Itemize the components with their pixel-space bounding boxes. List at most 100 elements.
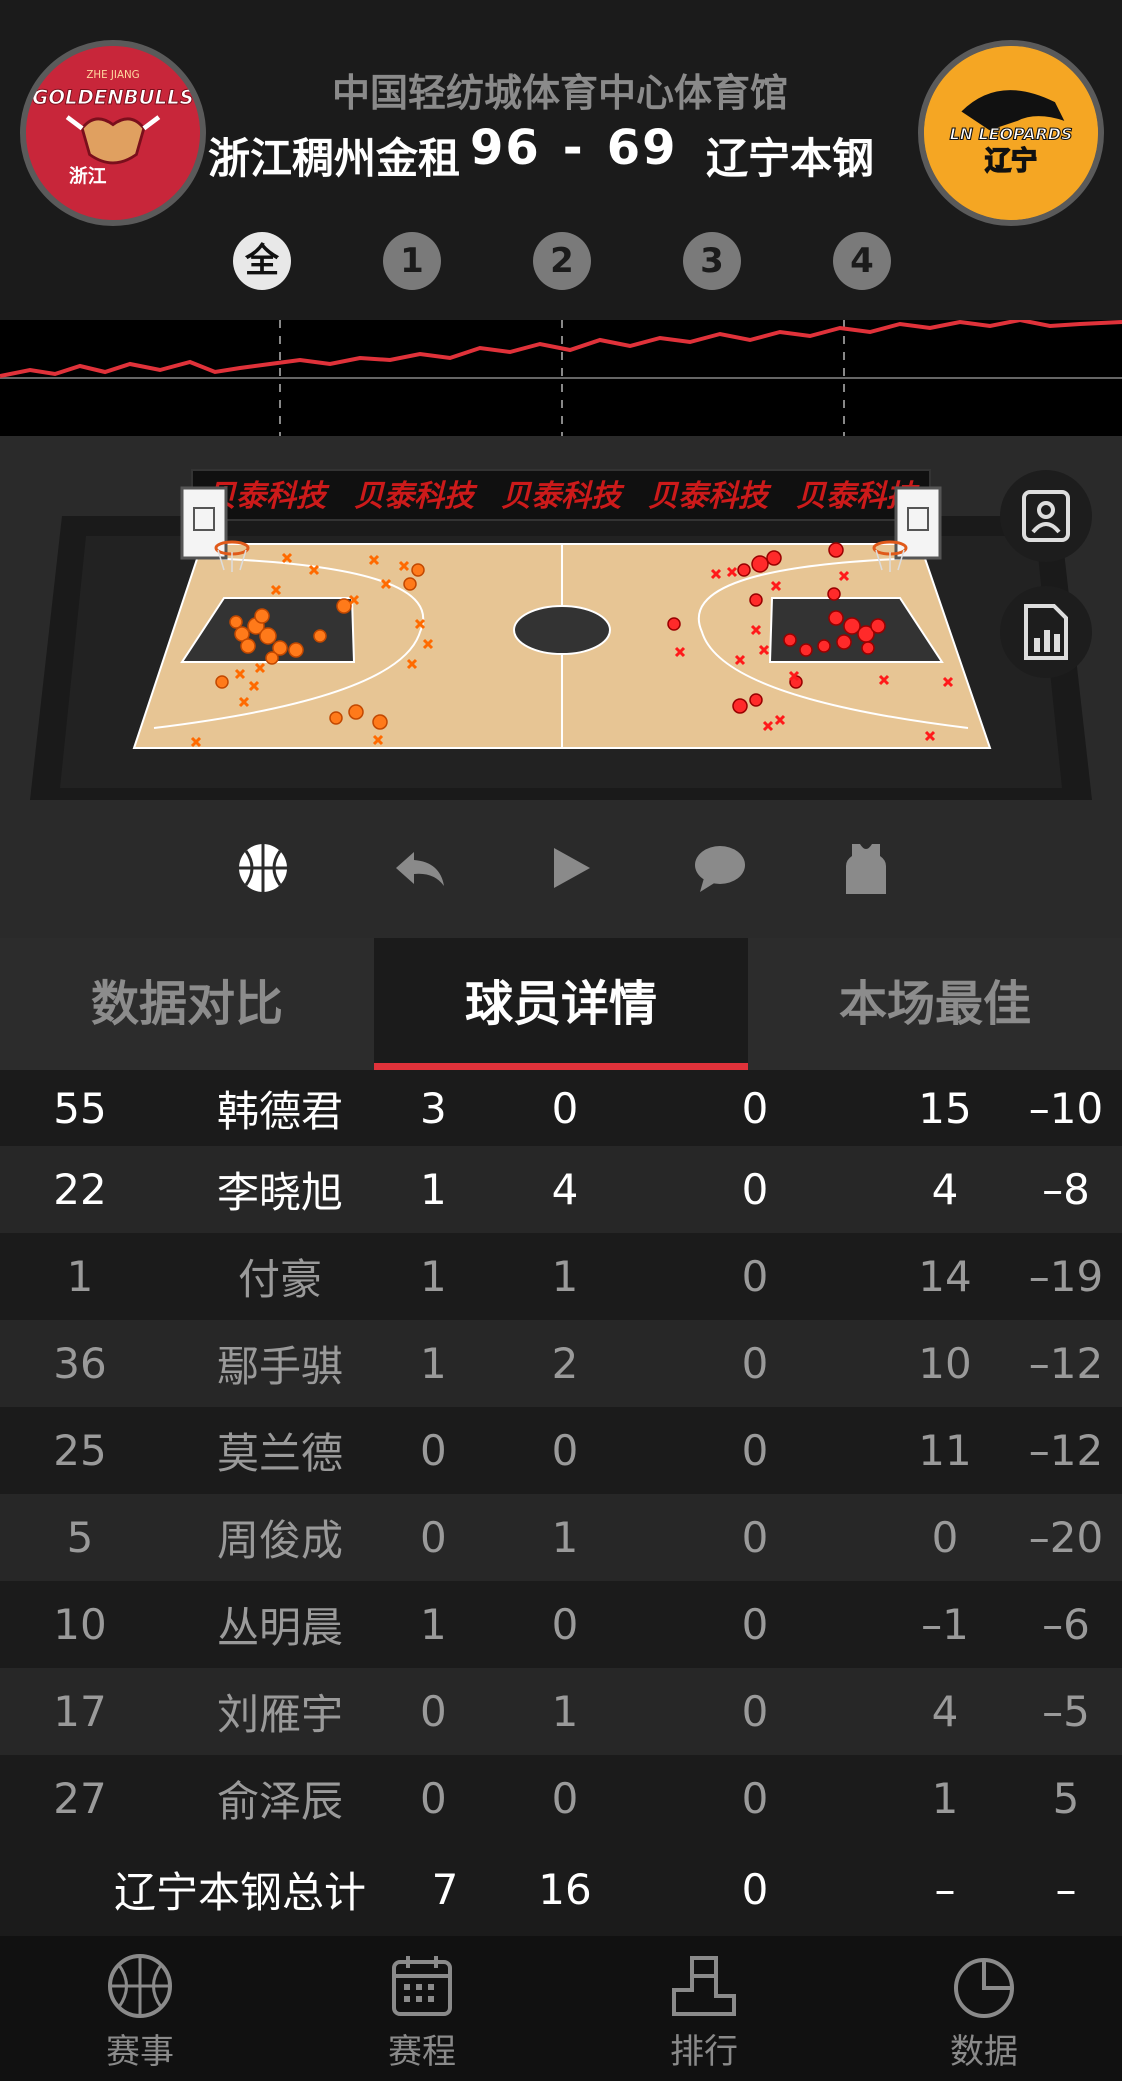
- quarter-button-2[interactable]: 2: [533, 232, 591, 290]
- stat-col-b: 0: [551, 1426, 579, 1475]
- shot-made: [348, 704, 364, 720]
- nav-item-rankings[interactable]: 排行: [604, 1946, 804, 2076]
- home-logo-wordmark: GOLDENBULLS: [32, 86, 193, 109]
- stat-col-b: 1: [551, 1687, 579, 1736]
- stat-col-e: –19: [1028, 1252, 1104, 1301]
- table-row[interactable]: 1 付豪 1 1 0 14 –19: [0, 1233, 1122, 1320]
- table-row[interactable]: 55 韩德君 3 0 0 15 –10: [0, 1070, 1122, 1146]
- stat-col-d: 10: [918, 1339, 972, 1388]
- player-stats-table[interactable]: 55 韩德君 3 0 0 15 –10 22 李晓旭 1 4 0 4 –8 1 …: [0, 1070, 1122, 1936]
- quarter-button-4[interactable]: 4: [833, 232, 891, 290]
- shot-made: [215, 675, 229, 689]
- table-row[interactable]: 36 鄢手骐 1 2 0 10 –12: [0, 1320, 1122, 1407]
- total-col-e: –: [1055, 1864, 1077, 1914]
- shot-made: [749, 693, 763, 707]
- center-circle: [513, 605, 611, 655]
- player-number: 5: [66, 1513, 94, 1562]
- stat-col-a: 1: [420, 1600, 447, 1649]
- calendar-icon: [392, 1956, 452, 2016]
- table-row[interactable]: 10 丛明晨 1 0 0 –1 –6: [0, 1581, 1122, 1668]
- stat-col-c: 0: [741, 1083, 769, 1133]
- score-trend-chart: [0, 320, 1122, 436]
- player-number: 36: [53, 1339, 107, 1388]
- shot-made: [288, 642, 304, 658]
- stats-report-icon: [1024, 604, 1068, 660]
- home-logo-top-text: ZHE JIANG: [86, 69, 139, 81]
- quarter-button-3[interactable]: 3: [683, 232, 741, 290]
- play-icon: [554, 848, 590, 888]
- jersey-button[interactable]: [836, 838, 896, 898]
- shot-made: [732, 698, 748, 714]
- table-row[interactable]: 22 李晓旭 1 4 0 4 –8: [0, 1146, 1122, 1233]
- away-team-logo[interactable]: LN LEOPARDS 辽宁: [918, 40, 1104, 226]
- stat-col-a: 1: [420, 1252, 447, 1301]
- stat-col-d: 0: [931, 1513, 959, 1562]
- tab-player-details[interactable]: 球员详情: [374, 938, 748, 1070]
- stat-col-d: 1: [931, 1774, 959, 1823]
- table-row[interactable]: 5 周俊成 0 1 0 0 –20: [0, 1494, 1122, 1581]
- tab-data-comparison[interactable]: 数据对比: [0, 938, 374, 1070]
- stat-col-b: 0: [551, 1774, 579, 1823]
- stat-col-c: 0: [741, 1426, 769, 1475]
- stat-col-b: 1: [551, 1513, 579, 1562]
- quarter-button-all[interactable]: 全: [233, 232, 291, 290]
- total-col-a: 7: [431, 1864, 459, 1914]
- shot-made: [861, 641, 875, 655]
- player-name: 李晓旭: [216, 1168, 343, 1217]
- player-number: 10: [53, 1600, 107, 1649]
- total-col-d: –: [934, 1864, 956, 1914]
- stat-col-a: 1: [420, 1339, 447, 1388]
- player-number: 17: [53, 1687, 107, 1736]
- stat-col-a: 0: [420, 1687, 447, 1736]
- player-name: 莫兰德: [216, 1429, 343, 1478]
- shot-made: [229, 615, 243, 629]
- basketball-button[interactable]: [233, 838, 293, 898]
- nav-item-data[interactable]: 数据: [884, 1946, 1084, 2076]
- total-col-b: 16: [538, 1864, 592, 1914]
- stat-col-e: –12: [1028, 1339, 1104, 1388]
- rewind-button[interactable]: [390, 838, 450, 898]
- quarter-button-1[interactable]: 1: [383, 232, 441, 290]
- sponsor-banner-2: 贝泰科技: [354, 479, 478, 514]
- nav-label-schedule: 赛程: [388, 2032, 456, 2072]
- comment-button[interactable]: [690, 838, 750, 898]
- player-number: 1: [66, 1252, 94, 1301]
- stat-col-a: 0: [420, 1426, 447, 1475]
- basketball-icon: [108, 1954, 172, 2018]
- playback-controls: [0, 800, 1122, 938]
- score-separator: -: [562, 120, 585, 176]
- home-team-logo[interactable]: ZHE JIANG GOLDENBULLS 浙江: [20, 40, 206, 226]
- nav-label-rankings: 排行: [670, 2032, 738, 2072]
- stat-col-c: 0: [741, 1513, 769, 1562]
- nav-item-events[interactable]: 赛事: [40, 1946, 240, 2076]
- player-card-button[interactable]: [1000, 470, 1092, 562]
- stat-col-d: 4: [931, 1687, 959, 1736]
- table-row[interactable]: 27 俞泽辰 0 0 0 1 5: [0, 1755, 1122, 1842]
- table-row[interactable]: 17 刘雁宇 0 1 0 4 –5: [0, 1668, 1122, 1755]
- shot-made: [372, 714, 388, 730]
- stat-col-d: 14: [918, 1252, 972, 1301]
- shot-made: [870, 618, 886, 634]
- player-number: 55: [53, 1083, 107, 1133]
- play-button[interactable]: [540, 838, 600, 898]
- away-team-name: 辽宁本钢: [706, 134, 875, 183]
- stat-col-e: –10: [1028, 1083, 1104, 1133]
- home-team-name: 浙江稠州金租: [208, 134, 461, 183]
- nav-item-schedule[interactable]: 赛程: [322, 1946, 522, 2076]
- comment-icon: [695, 846, 745, 892]
- stats-report-button[interactable]: [1000, 586, 1092, 678]
- player-name: 付豪: [237, 1255, 322, 1304]
- tab-game-best[interactable]: 本场最佳: [748, 938, 1122, 1070]
- player-name: 韩德君: [216, 1086, 343, 1136]
- team-total-row: 辽宁本钢总计 7 16 0 – –: [0, 1842, 1122, 1936]
- stat-col-d: 11: [918, 1426, 972, 1475]
- sponsor-banner-3: 贝泰科技: [501, 479, 625, 514]
- stat-col-e: –12: [1028, 1426, 1104, 1475]
- stat-col-e: –20: [1028, 1513, 1104, 1562]
- venue-name: 中国轻纺城体育中心体育馆: [331, 71, 788, 115]
- shot-made: [313, 629, 327, 643]
- table-row[interactable]: 25 莫兰德 0 0 0 11 –12: [0, 1407, 1122, 1494]
- home-score: 96: [470, 120, 541, 176]
- stat-col-e: –6: [1042, 1600, 1090, 1649]
- shot-made: [799, 643, 813, 657]
